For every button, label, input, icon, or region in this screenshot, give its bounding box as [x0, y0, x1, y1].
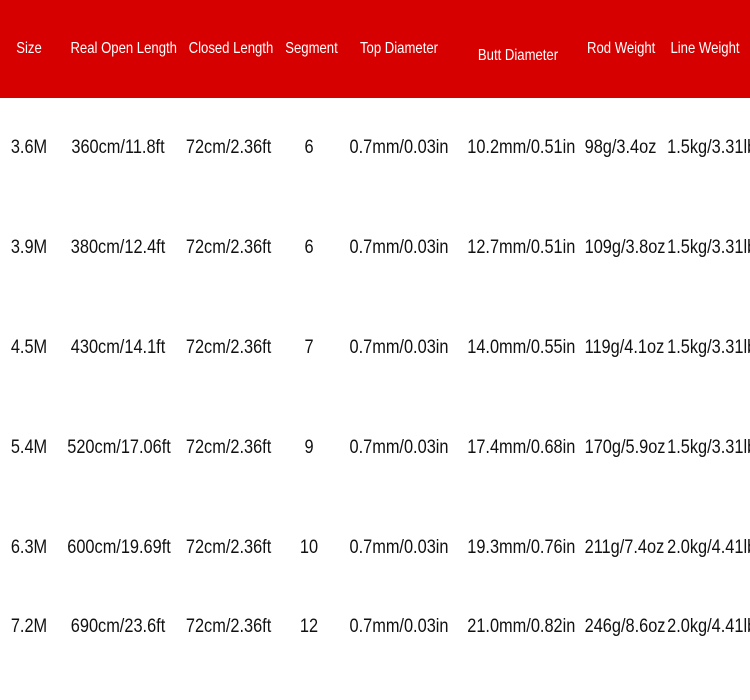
- cell-size: 3.6M: [10, 137, 48, 159]
- table-header-row: Size Real Open Length Closed Length Segm…: [0, 0, 750, 98]
- cell-segment: 6: [304, 137, 314, 159]
- cell-size: 5.4M: [10, 437, 48, 459]
- cell-closed-length: 72cm/2.36ft: [185, 616, 272, 637]
- cell-butt-diameter: 19.3mm/0.76in: [467, 537, 576, 559]
- cell-top-diameter: 0.7mm/0.03in: [349, 237, 449, 259]
- cell-closed-length: 72cm/2.36ft: [185, 137, 272, 159]
- cell-rod-weight: 170g/5.9oz: [584, 437, 666, 459]
- table-row: 3.9M 380cm/12.4ft 72cm/2.36ft 6 0.7mm/0.…: [0, 198, 750, 298]
- cell-closed-length: 72cm/2.36ft: [185, 537, 272, 559]
- table-header: Size Real Open Length Closed Length Segm…: [0, 0, 750, 98]
- cell-open-length: 360cm/11.8ft: [71, 137, 165, 159]
- cell-rod-weight: 109g/3.8oz: [584, 237, 666, 259]
- cell-butt-diameter: 21.0mm/0.82in: [467, 616, 576, 637]
- table-row: 4.5M 430cm/14.1ft 72cm/2.36ft 7 0.7mm/0.…: [0, 298, 750, 398]
- cell-line-weight: 1.5kg/3.31lb: [667, 137, 750, 159]
- cell-butt-diameter: 17.4mm/0.68in: [467, 437, 576, 459]
- cell-segment: 7: [304, 337, 314, 359]
- cell-segment: 9: [304, 437, 314, 459]
- cell-line-weight: 2.0kg/4.41lb: [667, 537, 750, 559]
- cell-size: 4.5M: [10, 337, 48, 359]
- cell-rod-weight: 246g/8.6oz: [584, 616, 666, 637]
- cell-open-length: 690cm/23.6ft: [70, 616, 166, 637]
- cell-butt-diameter: 10.2mm/0.51in: [467, 137, 576, 159]
- cell-butt-diameter: 14.0mm/0.55in: [467, 337, 576, 359]
- cell-top-diameter: 0.7mm/0.03in: [349, 616, 449, 637]
- cell-segment: 6: [304, 237, 314, 259]
- cell-closed-length: 72cm/2.36ft: [185, 237, 272, 259]
- table-row: 5.4M 520cm/17.06ft 72cm/2.36ft 9 0.7mm/0…: [0, 398, 750, 498]
- cell-top-diameter: 0.7mm/0.03in: [349, 337, 449, 359]
- table-row: 7.2M 690cm/23.6ft 72cm/2.36ft 12 0.7mm/0…: [0, 598, 750, 692]
- cell-line-weight: 1.5kg/3.31lb: [667, 337, 750, 359]
- specification-table: Size Real Open Length Closed Length Segm…: [0, 0, 750, 692]
- column-header-top-diameter: Top Diameter: [359, 40, 439, 58]
- cell-segment: 12: [299, 616, 319, 637]
- cell-rod-weight: 211g/7.4oz: [584, 537, 665, 559]
- cell-top-diameter: 0.7mm/0.03in: [349, 537, 449, 559]
- cell-size: 3.9M: [10, 237, 48, 259]
- cell-closed-length: 72cm/2.36ft: [185, 437, 272, 459]
- cell-line-weight: 1.5kg/3.31lb: [667, 437, 750, 459]
- column-header-segment: Segment: [285, 40, 338, 58]
- table-row: 3.6M 360cm/11.8ft 72cm/2.36ft 6 0.7mm/0.…: [0, 98, 750, 198]
- column-header-rod-weight: Rod Weight: [587, 40, 656, 58]
- cell-segment: 10: [299, 537, 319, 559]
- cell-open-length: 430cm/14.1ft: [70, 337, 166, 359]
- column-header-size: Size: [16, 40, 42, 58]
- table-body: 3.6M 360cm/11.8ft 72cm/2.36ft 6 0.7mm/0.…: [0, 98, 750, 692]
- cell-top-diameter: 0.7mm/0.03in: [349, 137, 449, 159]
- column-header-butt-diameter: Butt Diameter: [477, 47, 559, 65]
- cell-top-diameter: 0.7mm/0.03in: [349, 437, 449, 459]
- column-header-closed-length: Closed Length: [188, 40, 274, 58]
- cell-line-weight: 1.5kg/3.31lb: [667, 237, 750, 259]
- column-header-open-length: Real Open Length: [70, 40, 177, 58]
- cell-size: 7.2M: [10, 616, 48, 637]
- cell-rod-weight: 119g/4.1oz: [584, 337, 665, 359]
- cell-open-length: 520cm/17.06ft: [67, 437, 171, 459]
- cell-open-length: 600cm/19.69ft: [67, 537, 171, 559]
- cell-butt-diameter: 12.7mm/0.51in: [467, 237, 576, 259]
- cell-size: 6.3M: [10, 537, 48, 559]
- cell-rod-weight: 98g/3.4oz: [584, 137, 657, 159]
- table-row: 6.3M 600cm/19.69ft 72cm/2.36ft 10 0.7mm/…: [0, 498, 750, 598]
- cell-open-length: 380cm/12.4ft: [70, 237, 166, 259]
- cell-line-weight: 2.0kg/4.41lb: [667, 616, 750, 637]
- cell-closed-length: 72cm/2.36ft: [185, 337, 272, 359]
- column-header-line-weight: Line Weight: [670, 40, 740, 58]
